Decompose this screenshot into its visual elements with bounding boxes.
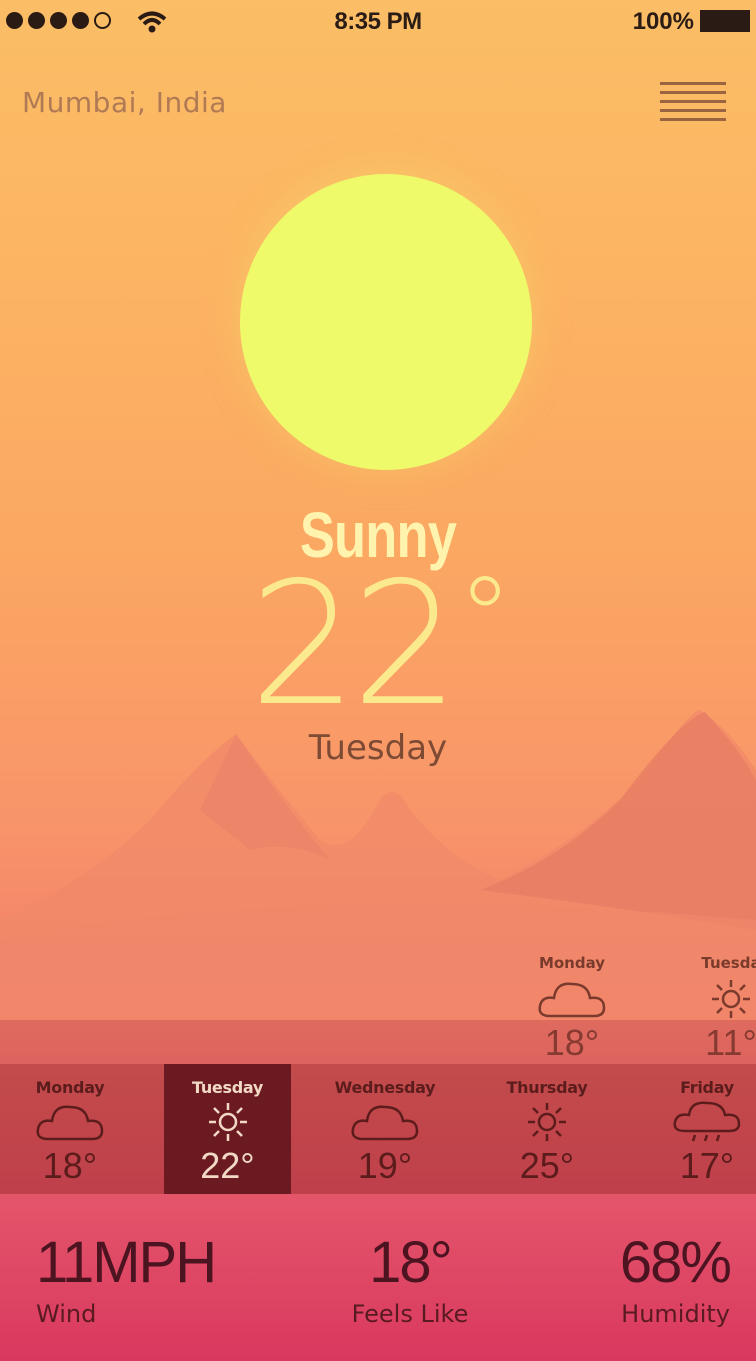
forecast-item-tuesday[interactable]: Tuesday 22°: [164, 1064, 291, 1194]
sun-icon: [208, 1103, 247, 1141]
current-temperature: 22°: [0, 560, 756, 730]
battery-percentage: 100%: [632, 8, 694, 35]
wind-label: Wind: [36, 1300, 97, 1328]
sun-icon: [528, 1103, 566, 1141]
forecast-temperature: 25°: [519, 1145, 575, 1186]
cloud-icon: [351, 1105, 419, 1141]
location-label[interactable]: Mumbai, India: [22, 86, 227, 119]
forecast-temperature: 17°: [679, 1145, 735, 1186]
sun-illustration: [240, 174, 532, 470]
forecast-strip: Monday 18° Tuesday 22° Wednesday 19° Thu…: [0, 1064, 756, 1194]
forecast-day-label: Tuesday: [191, 1078, 263, 1097]
humidity-stat: 68% Humidity: [619, 1230, 732, 1329]
cloud-icon: [538, 982, 606, 1018]
wind-value: 11MPH: [36, 1230, 217, 1295]
forecast-day-label: Monday: [538, 954, 606, 972]
forecast-temperature: 18°: [42, 1145, 98, 1186]
feels-like-stat: 18° Feels Like: [330, 1230, 490, 1329]
forecast-item-thursday[interactable]: Thursday 25°: [484, 1064, 610, 1194]
forecast-day-label: Friday: [680, 1078, 734, 1097]
forecast-divider-band: [0, 1020, 756, 1064]
forecast-temperature: 22°: [200, 1145, 255, 1186]
forecast-item-monday[interactable]: Monday 18°: [10, 1064, 130, 1194]
rain-cloud-icon: [673, 1101, 741, 1142]
humidity-value: 68%: [619, 1230, 732, 1295]
hamburger-menu-icon[interactable]: [660, 82, 726, 126]
forecast-day-label: Tuesda: [701, 954, 756, 972]
weather-screen: 8:35 PM 100% Mumbai, India Sunny 22° Tue…: [0, 0, 756, 1361]
status-bar: 8:35 PM 100%: [0, 0, 756, 44]
cloud-icon: [36, 1105, 104, 1141]
current-day: Tuesday: [308, 728, 448, 768]
forecast-temperature: 19°: [357, 1145, 413, 1186]
degree-symbol: °: [457, 553, 513, 681]
forecast-day-label: Thursday: [506, 1078, 588, 1097]
humidity-label: Humidity: [621, 1300, 730, 1328]
battery-icon: [700, 10, 750, 32]
sun-icon: [712, 980, 750, 1018]
forecast-item-wednesday[interactable]: Wednesday 19°: [320, 1064, 450, 1194]
wind-stat: 11MPH Wind: [36, 1230, 217, 1329]
feels-like-label: Feels Like: [351, 1300, 469, 1328]
weather-stats: 11MPH Wind 18° Feels Like 68% Humidity: [0, 1194, 756, 1361]
forecast-day-label: Wednesday: [334, 1078, 436, 1097]
temperature-value: 22: [249, 546, 459, 744]
feels-like-value: 18°: [369, 1230, 453, 1295]
forecast-item-friday[interactable]: Friday 17°: [648, 1064, 756, 1194]
forecast-day-label: Monday: [35, 1078, 105, 1097]
